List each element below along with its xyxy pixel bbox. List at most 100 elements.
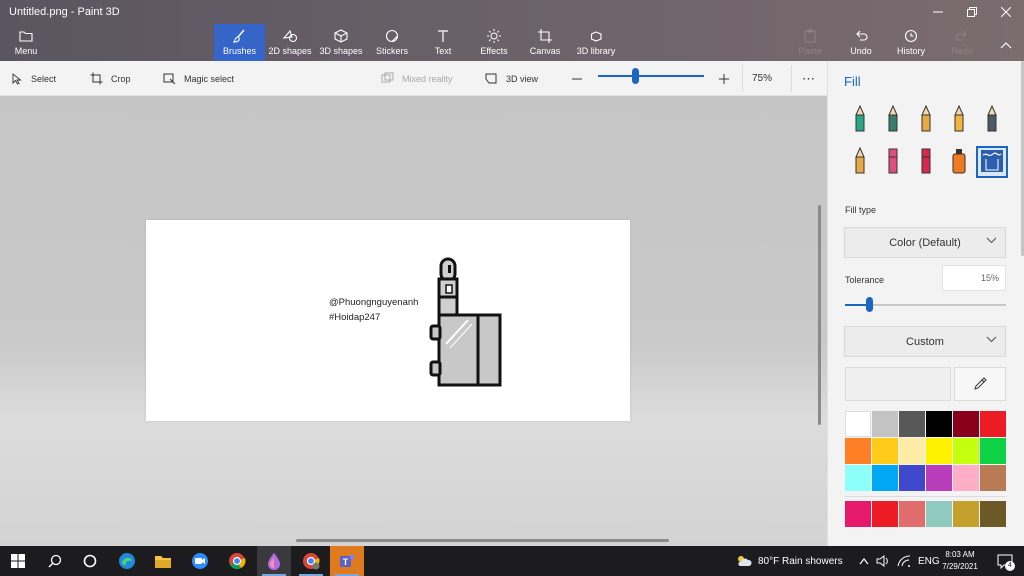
magic-select-tool[interactable]: Magic select [163,61,234,96]
color-swatch[interactable] [926,411,952,437]
color-swatch[interactable] [899,411,925,437]
color-swatch[interactable] [872,411,898,437]
color-swatch[interactable] [953,465,979,491]
brush-eraser[interactable] [877,146,909,178]
mixed-reality-label: Mixed reality [402,73,453,84]
color-swatch[interactable] [980,411,1006,437]
taskbar-chrome[interactable] [220,546,254,576]
menu-button[interactable]: Menu [4,24,48,61]
brush-spray-can[interactable] [943,146,975,178]
brush-oil-brush[interactable] [910,104,942,136]
collapse-ribbon-button[interactable] [994,24,1018,61]
brush-pencil[interactable] [844,146,876,178]
maximize-button[interactable] [955,0,989,24]
color-swatch[interactable] [872,438,898,464]
more-options-button[interactable]: ⋯ [802,61,815,96]
oil-brush-icon [918,104,934,136]
search-button[interactable] [38,546,72,576]
zoom-slider-thumb[interactable] [632,68,640,84]
tolerance-input[interactable]: 15% [942,265,1006,291]
tab-stickers[interactable]: Stickers [371,24,413,61]
edge-browser-icon [119,553,135,569]
zoom-slider-track[interactable] [598,75,704,77]
eyedropper-button[interactable] [954,367,1006,401]
color-swatch[interactable] [926,501,952,527]
taskbar: T 80°F Rain showers ENG 8:03 AM 7/29/202… [0,546,1024,576]
current-color-preview[interactable] [845,367,951,401]
brush-calligraphy-pen[interactable] [877,104,909,136]
tab-3d-library[interactable]: 3D library [574,24,618,61]
action-center-button[interactable]: 4 [988,546,1022,576]
zoom-out-button[interactable] [571,61,583,96]
history-button[interactable]: History [893,24,929,61]
taskbar-zoom[interactable] [183,546,217,576]
restore-icon [967,7,977,17]
taskbar-teams[interactable]: T [330,546,364,576]
color-swatch[interactable] [845,465,871,491]
mixed-reality-button[interactable]: Mixed reality [381,61,453,96]
zoom-in-button[interactable] [718,61,730,96]
taskbar-edge[interactable] [110,546,144,576]
color-swatch[interactable] [953,411,979,437]
custom-color-dropdown[interactable]: Custom [844,326,1006,357]
color-swatch[interactable] [845,411,871,437]
start-button[interactable] [1,546,35,576]
color-swatch[interactable] [872,501,898,527]
select-tool[interactable]: Select [11,61,56,96]
color-swatch[interactable] [872,465,898,491]
tab-canvas[interactable]: Canvas [525,24,565,61]
drawing-canvas[interactable]: @Phuongnguyenanh #Hoidap247 [146,220,630,421]
color-swatch[interactable] [980,438,1006,464]
crop-icon [90,72,103,85]
color-swatch[interactable] [980,501,1006,527]
color-swatch[interactable] [953,438,979,464]
system-clock[interactable]: 8:03 AM 7/29/2021 [936,549,984,573]
weather-widget[interactable]: 80°F Rain showers [736,546,843,576]
tolerance-slider-thumb[interactable] [866,297,874,312]
paste-button[interactable]: Paste [794,24,826,61]
brush-watercolor-brush[interactable] [943,104,975,136]
minimize-button[interactable] [921,0,955,24]
tab-brushes[interactable]: Brushes [214,24,265,61]
tab-3d-shapes[interactable]: 3D shapes [318,24,364,61]
crop-tool[interactable]: Crop [90,61,131,96]
horizontal-scrollbar[interactable] [296,539,669,542]
marker-icon [852,104,868,136]
tab-effects[interactable]: Effects [474,24,514,61]
tab-text[interactable]: Text [423,24,463,61]
vertical-scrollbar[interactable] [818,205,821,425]
redo-label: Redo [951,46,973,56]
undo-button[interactable]: Undo [845,24,877,61]
color-swatch[interactable] [899,501,925,527]
brush-marker[interactable] [844,104,876,136]
tab-label: 3D library [576,46,616,56]
color-swatch[interactable] [926,465,952,491]
taskbar-file-explorer[interactable] [146,546,180,576]
3d-view-button[interactable]: 3D view [485,61,538,96]
zoom-level[interactable]: 75% [752,61,772,96]
taskbar-chrome-profile[interactable] [294,546,328,576]
color-swatch[interactable] [926,438,952,464]
color-swatch[interactable] [845,438,871,464]
close-button[interactable] [989,0,1023,24]
system-tray[interactable]: ENG [859,546,940,576]
color-swatch[interactable] [845,501,871,527]
chevron-up-icon [859,558,869,565]
brush-fill-bucket[interactable] [976,146,1008,178]
color-swatch[interactable] [899,465,925,491]
toolbar-divider [742,65,743,92]
tab-2d-shapes[interactable]: 2D shapes [267,24,313,61]
brush-pixel-pen[interactable] [976,104,1008,136]
color-swatch[interactable] [953,501,979,527]
taskbar-paint3d[interactable] [257,546,291,576]
redo-button[interactable]: Redo [946,24,978,61]
task-view-button[interactable] [73,546,107,576]
color-swatch[interactable] [899,438,925,464]
menu-label: Menu [14,46,38,56]
brush-crayon[interactable] [910,146,942,178]
color-swatch[interactable] [980,465,1006,491]
fill-panel: Fill Fill type Color (Default) Tolerance… [827,61,1024,546]
search-icon [48,554,62,568]
fill-type-dropdown[interactable]: Color (Default) [844,227,1006,258]
paste-label: Paste [798,46,822,56]
